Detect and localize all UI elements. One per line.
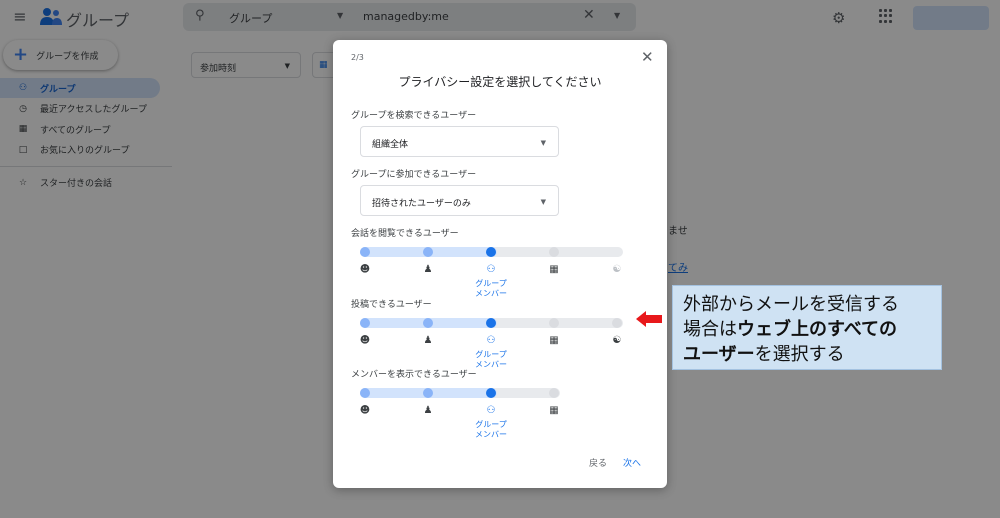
close-icon[interactable]: ✕ <box>641 48 654 66</box>
slider-stop[interactable] <box>360 318 370 328</box>
back-button[interactable]: 戻る <box>589 456 607 469</box>
slider-stop-selected[interactable] <box>486 247 496 257</box>
select-value: 組織全体 <box>372 140 409 150</box>
privacy-settings-dialog: 2/3 ✕ プライバシー設定を選択してください グループを検索できるユーザー 組… <box>333 40 667 488</box>
slider-stop[interactable] <box>423 318 433 328</box>
slider-stop[interactable] <box>549 318 559 328</box>
who-can-join-select[interactable]: 招待されたユーザーのみ ▼ <box>360 185 559 216</box>
step-indicator: 2/3 <box>351 53 364 62</box>
slider-stop-selected[interactable] <box>486 388 496 398</box>
owner-icon: ☻ <box>359 335 371 346</box>
who-can-view-members-label: メンバーを表示できるユーザー <box>351 370 477 380</box>
slider-stop-everyone[interactable] <box>612 318 622 328</box>
owner-icon: ☻ <box>359 264 371 275</box>
selected-option-label: グループ メンバー <box>475 350 507 369</box>
chevron-down-icon: ▼ <box>540 139 546 147</box>
slider-stop-selected[interactable] <box>486 318 496 328</box>
annotation-line-2: 場合はウェブ上のすべての <box>683 319 898 340</box>
dialog-title: プライバシー設定を選択してください <box>398 75 602 89</box>
manager-icon: ♟ <box>423 335 433 346</box>
slider-stop[interactable] <box>549 388 559 398</box>
selected-option-label: グループ メンバー <box>475 420 507 439</box>
who-can-search-select[interactable]: 組織全体 ▼ <box>360 126 559 157</box>
annotation-line-1: 外部からメールを受信する <box>683 294 899 315</box>
slider-stop <box>612 247 622 257</box>
owner-icon: ☻ <box>359 405 371 416</box>
annotation-line-3: ユーザーを選択する <box>683 344 845 365</box>
slider-stop[interactable] <box>360 388 370 398</box>
manager-icon: ♟ <box>423 264 433 275</box>
building-icon: ▦ <box>549 405 559 416</box>
building-icon: ▦ <box>549 335 559 346</box>
who-can-join-label: グループに参加できるユーザー <box>351 170 477 180</box>
chevron-down-icon: ▼ <box>540 198 546 206</box>
who-can-view-members-slider[interactable]: ☻ ♟ ⚇ ▦ グループ メンバー <box>333 384 667 444</box>
building-icon: ▦ <box>549 264 559 275</box>
red-arrow-icon <box>636 311 662 327</box>
who-can-post-slider[interactable]: ☻ ♟ ⚇ ▦ ☯ グループ メンバー <box>333 314 667 374</box>
who-can-view-label: 会話を閲覧できるユーザー <box>351 229 459 239</box>
members-icon: ⚇ <box>486 264 496 275</box>
globe-icon: ☯ <box>612 335 622 346</box>
annotation-callout: 外部からメールを受信する 場合はウェブ上のすべての ユーザーを選択する <box>672 285 942 370</box>
selected-option-label: グループ メンバー <box>475 279 507 298</box>
members-icon: ⚇ <box>486 405 496 416</box>
slider-stop[interactable] <box>423 388 433 398</box>
who-can-view-slider[interactable]: ☻ ♟ ⚇ ▦ ☯ グループ メンバー <box>333 243 667 303</box>
who-can-search-label: グループを検索できるユーザー <box>351 111 477 121</box>
slider-stop[interactable] <box>360 247 370 257</box>
who-can-post-label: 投稿できるユーザー <box>351 300 432 310</box>
manager-icon: ♟ <box>423 405 433 416</box>
next-button[interactable]: 次へ <box>623 456 641 469</box>
members-icon: ⚇ <box>486 335 496 346</box>
slider-stop[interactable] <box>549 247 559 257</box>
select-value: 招待されたユーザーのみ <box>372 199 471 209</box>
globe-icon: ☯ <box>612 264 622 275</box>
slider-stop[interactable] <box>423 247 433 257</box>
